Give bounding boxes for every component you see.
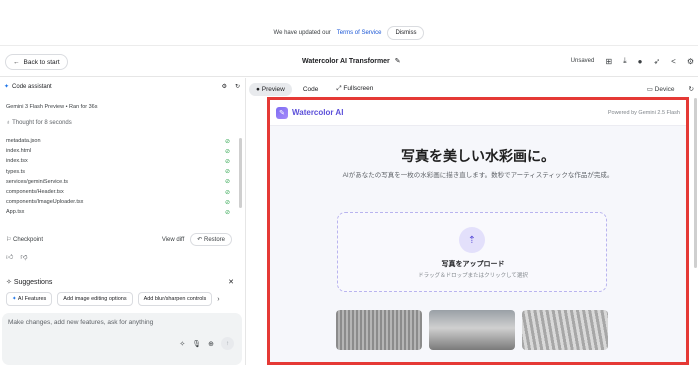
suggestion-chips: ✦ AI Features Add image editing options … [6, 292, 220, 306]
preview-tools: ▭ Device ↻ [647, 85, 694, 93]
settings-icon[interactable]: ⚙ [222, 83, 227, 90]
file-item[interactable]: types.ts ⊘ [6, 167, 230, 177]
view-diff-button[interactable]: View diff [162, 237, 184, 243]
unsaved-label: Unsaved [570, 58, 595, 64]
header-actions: Unsaved ⊞ ⤓ ● ➶ < ⚙ [571, 56, 694, 66]
back-button[interactable]: ← Back to start [5, 54, 68, 70]
lightbulb-icon: ✧ [6, 279, 14, 286]
upload-icon: ⇡ [459, 227, 485, 253]
preview-scrollbar[interactable] [694, 98, 697, 268]
upload-title: 写真をアップロード [441, 261, 505, 268]
tab-preview[interactable]: ● Preview [249, 82, 292, 96]
check-icon: ⊘ [224, 169, 230, 176]
banner-text: We have updated our [273, 29, 331, 36]
magic-icon[interactable]: ✧ [179, 340, 185, 348]
refresh-icon[interactable]: ↻ [235, 83, 240, 90]
app-brand-name: Watercolor AI [292, 108, 344, 117]
thumbs-up-icon[interactable]: 👍︎ [6, 252, 13, 261]
restore-button[interactable]: ↶ Restore [190, 233, 232, 246]
hero-subtitle: AIがあなたの写真を一枚の水彩画に描き直します。数秒でアーティスティックな作品が… [342, 172, 614, 179]
preview-frame: ✎ Watercolor AI Powered by Gemini 2.5 Fl… [267, 97, 689, 365]
rocket-icon[interactable]: ➶ [653, 57, 660, 66]
tab-code[interactable]: Code [296, 83, 326, 96]
check-icon: ⊘ [224, 148, 230, 155]
check-icon: ⊘ [224, 138, 230, 145]
thumbs-down-icon[interactable]: 👎︎ [20, 252, 27, 261]
file-item[interactable]: components/ImageUploader.tsx ⊘ [6, 197, 230, 207]
send-button[interactable]: ↑ [221, 337, 234, 350]
header-bar: ← Back to start Watercolor AI Transforme… [0, 47, 698, 77]
model-info: Gemini 3 Flash Preview • Ran for 36s [6, 104, 98, 110]
device-icon: ▭ [646, 86, 655, 93]
hero-title: 写真を美しい水彩画に。 [401, 148, 555, 164]
check-icon: ⊘ [224, 179, 230, 186]
upload-dropzone[interactable]: ⇡ 写真をアップロード ドラッグ＆ドロップまたはクリックして選択 [337, 212, 607, 292]
github-icon[interactable]: ● [638, 57, 643, 66]
feedback-row: 👍︎ 👎︎ [6, 252, 27, 261]
chip-ai-features[interactable]: ✦ AI Features [6, 292, 53, 306]
check-icon: ⊘ [224, 199, 230, 206]
suggestions-header: ✧ Suggestions ✕ [6, 278, 234, 286]
assistant-header: ✦ Code assistant ⚙ ↻ [4, 83, 240, 90]
upload-hint: ドラッグ＆ドロップまたはクリックして選択 [418, 273, 528, 279]
back-label: Back to start [23, 58, 60, 66]
sparkle-icon: ✦ [4, 84, 10, 90]
reload-icon[interactable]: ↻ [689, 85, 694, 93]
arrow-left-icon: ← [13, 58, 20, 66]
save-icon[interactable]: ⊞ [605, 57, 612, 66]
prompt-input[interactable]: Make changes, add new features, ask for … [8, 319, 153, 326]
device-button[interactable]: ▭ Device [647, 85, 675, 93]
view-tabs: ● Preview Code ⤢ Fullscreen [249, 82, 380, 96]
powered-by: Powered by Gemini 2.5 Flash [607, 109, 680, 116]
add-icon[interactable]: ⊕ [208, 340, 214, 348]
suggestions-title: Suggestions [13, 279, 53, 286]
tab-fullscreen[interactable]: ⤢ Fullscreen [329, 82, 380, 96]
flag-icon: ⚐ [6, 237, 14, 243]
checkpoint-label: Checkpoint [13, 237, 44, 243]
app-header: ✎ Watercolor AI Powered by Gemini 2.5 Fl… [270, 100, 686, 126]
mic-icon[interactable]: 🎙︎ [192, 340, 201, 348]
sample-images [336, 310, 608, 350]
file-item[interactable]: services/geminiService.ts ⊘ [6, 177, 230, 187]
project-title-text: Watercolor AI Transformer [302, 57, 390, 65]
check-icon: ⊘ [224, 209, 230, 216]
sample-image[interactable] [429, 310, 515, 350]
file-item[interactable]: index.html ⊘ [6, 146, 230, 156]
app-root: We have updated our Terms of Service Dis… [0, 0, 698, 365]
dismiss-button[interactable]: Dismiss [387, 25, 425, 40]
check-icon: ⊘ [224, 158, 230, 165]
assistant-panel: ✦ Code assistant ⚙ ↻ Gemini 3 Flash Previ… [0, 78, 246, 365]
assistant-title: ✦ Code assistant [4, 84, 52, 90]
prompt-actions: ✧ 🎙︎ ⊕ ↑ [179, 337, 234, 350]
file-item[interactable]: components/Header.tsx ⊘ [6, 187, 230, 197]
file-item[interactable]: App.tsx ⊘ [6, 207, 230, 217]
settings-icon[interactable]: ⚙ [687, 57, 694, 66]
brush-icon: ✎ [276, 106, 288, 119]
restore-icon: ↶ [197, 237, 204, 243]
panel-scrollbar[interactable] [239, 138, 242, 208]
download-icon[interactable]: ⤓ [623, 56, 627, 66]
prompt-box[interactable]: Make changes, add new features, ask for … [2, 313, 242, 365]
file-list: metadata.json ⊘ index.html ⊘ index.tsx ⊘ ty… [6, 136, 230, 218]
app-brand: ✎ Watercolor AI [276, 106, 344, 119]
sample-image[interactable] [336, 310, 422, 350]
close-icon[interactable]: ✕ [228, 278, 234, 286]
check-icon: ⊘ [224, 189, 230, 196]
file-item[interactable]: index.tsx ⊘ [6, 156, 230, 166]
terms-link[interactable]: Terms of Service [337, 30, 382, 36]
terms-banner: We have updated our Terms of Service Dis… [0, 0, 698, 46]
chip-image-editing[interactable]: Add image editing options [57, 292, 133, 306]
share-icon[interactable]: < [671, 57, 676, 66]
chevron-right-icon[interactable]: › [217, 296, 219, 303]
thought-status[interactable]: ♁ Thought for 8 seconds [6, 120, 72, 126]
sample-image[interactable] [522, 310, 608, 350]
file-item[interactable]: metadata.json ⊘ [6, 136, 230, 146]
pencil-icon[interactable]: ✎ [395, 57, 401, 65]
checkpoint-row: ⚐ Checkpoint View diff ↶ Restore [6, 233, 232, 246]
project-title: Watercolor AI Transformer ✎ [302, 57, 401, 66]
chip-blur-sharpen[interactable]: Add blur/sharpen controls [137, 292, 213, 306]
